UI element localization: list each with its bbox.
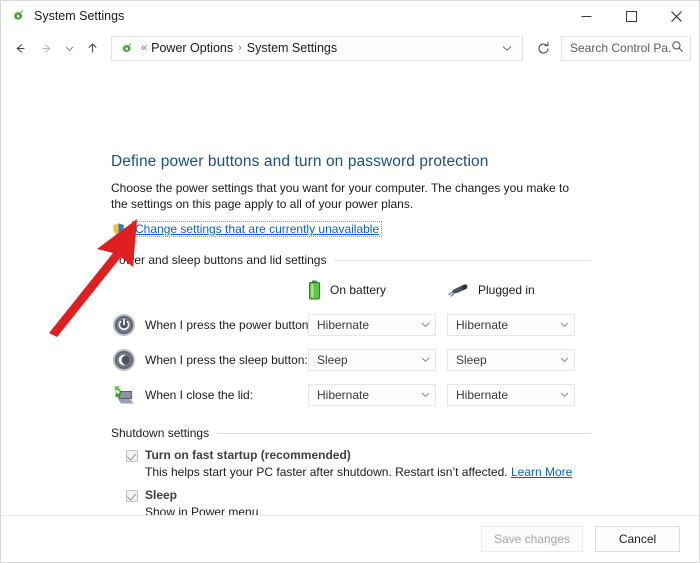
system-settings-window: System Settings « Power Options › System… (0, 0, 700, 563)
power-button-icon (111, 312, 137, 338)
checkbox-label-fast-startup: Turn on fast startup (recommended) (145, 448, 351, 462)
close-button[interactable] (654, 1, 699, 31)
checkbox-label-sleep: Sleep (145, 488, 178, 502)
breadcrumb-separator: › (238, 42, 242, 54)
column-header-on-battery: On battery (308, 280, 447, 300)
dropdown-sleep-button-plugged-in-value: Sleep (456, 352, 487, 367)
dropdown-close-lid-on-battery-value: Hibernate (317, 387, 370, 402)
forward-button[interactable] (33, 35, 59, 61)
checkbox-item-sleep: Sleep Show in Power menu. (111, 488, 591, 515)
setting-label-power-button: When I press the power button: (145, 317, 312, 332)
chevron-down-icon (420, 319, 431, 330)
breadcrumb-overflow[interactable]: « (140, 42, 151, 54)
control-panel-icon (11, 8, 27, 24)
column-header-on-battery-label: On battery (330, 283, 387, 297)
breadcrumb-item-power-options[interactable]: Power Options (151, 41, 233, 55)
settings-panel: Define power buttons and turn on passwor… (111, 153, 591, 515)
dropdown-power-button-on-battery-value: Hibernate (317, 317, 370, 332)
maximize-button[interactable] (609, 1, 654, 31)
dropdown-power-button-plugged-in[interactable]: Hibernate (447, 313, 575, 336)
checkbox-description-sleep: Show in Power menu. (145, 505, 262, 515)
shutdown-section-header: Shutdown settings (111, 426, 591, 440)
shield-icon (111, 222, 126, 237)
setting-label-close-lid: When I close the lid: (145, 387, 254, 402)
address-bar: « Power Options › System Settings Search… (1, 31, 699, 65)
checkbox-sleep[interactable] (126, 490, 138, 502)
dropdown-close-lid-plugged-in[interactable]: Hibernate (447, 383, 575, 406)
column-header-plugged-in: Plugged in (447, 282, 586, 298)
dropdown-sleep-button-plugged-in[interactable]: Sleep (447, 348, 575, 371)
power-section-label: Power and sleep buttons and lid settings (111, 253, 327, 267)
page-title: Define power buttons and turn on passwor… (111, 153, 489, 170)
battery-icon (308, 280, 321, 300)
uac-change-settings-row: Change settings that are currently unava… (111, 221, 591, 237)
chevron-down-icon (420, 389, 431, 400)
search-input[interactable]: Search Control Pa... (570, 41, 671, 55)
power-section-divider (334, 259, 591, 261)
page-description: Choose the power settings that you want … (111, 181, 570, 211)
search-control-panel-box[interactable]: Search Control Pa... (561, 35, 691, 61)
refresh-button[interactable] (531, 36, 555, 61)
checkbox-row-fast-startup[interactable]: Turn on fast startup (recommended) (111, 448, 591, 463)
power-plug-icon (447, 282, 469, 298)
dropdown-sleep-button-on-battery-value: Sleep (317, 352, 348, 367)
chevron-down-icon (559, 354, 570, 365)
breadcrumb-item-system-settings[interactable]: System Settings (247, 41, 337, 55)
recent-locations-button[interactable] (59, 35, 79, 61)
minimize-button[interactable] (564, 1, 609, 31)
chevron-down-icon (420, 354, 431, 365)
shutdown-section-divider (217, 432, 591, 434)
window-title: System Settings (34, 9, 125, 23)
fast-startup-description-text: This helps start your PC faster after sh… (145, 465, 508, 479)
change-settings-link[interactable]: Change settings that are currently unava… (132, 221, 383, 237)
dropdown-close-lid-plugged-in-value: Hibernate (456, 387, 509, 402)
checkbox-row-sleep[interactable]: Sleep (111, 488, 591, 503)
laptop-lid-icon (111, 382, 137, 408)
title-bar: System Settings (1, 1, 699, 31)
window-controls (564, 1, 699, 31)
cancel-button[interactable]: Cancel (595, 526, 680, 552)
power-column-headers: On battery Plugged in (111, 273, 591, 307)
setting-label-sleep-button: When I press the sleep button: (145, 352, 308, 367)
dropdown-power-button-on-battery[interactable]: Hibernate (308, 313, 436, 336)
breadcrumb-control-panel-icon (120, 41, 135, 56)
save-changes-button[interactable]: Save changes (480, 526, 583, 552)
dialog-footer: Save changes Cancel (1, 515, 699, 562)
dropdown-close-lid-on-battery[interactable]: Hibernate (308, 383, 436, 406)
title-bar-left: System Settings (1, 8, 564, 24)
breadcrumb-bar[interactable]: « Power Options › System Settings (111, 35, 523, 61)
up-button[interactable] (79, 35, 105, 61)
setting-row-sleep-button: When I press the sleep button: Sleep Sle… (111, 342, 591, 377)
learn-more-link[interactable]: Learn More (511, 465, 572, 479)
chevron-down-icon[interactable] (496, 37, 518, 60)
checkbox-description-fast-startup: This helps start your PC faster after sh… (111, 464, 591, 480)
setting-row-power-button: When I press the power button: Hibernate… (111, 307, 591, 342)
sleep-button-icon (111, 347, 137, 373)
checkbox-fast-startup[interactable] (126, 450, 138, 462)
shutdown-section-label: Shutdown settings (111, 426, 210, 440)
dropdown-sleep-button-on-battery[interactable]: Sleep (308, 348, 436, 371)
checkbox-item-fast-startup: Turn on fast startup (recommended) This … (111, 448, 591, 480)
chevron-down-icon (559, 389, 570, 400)
dropdown-power-button-plugged-in-value: Hibernate (456, 317, 509, 332)
chevron-down-icon (559, 319, 570, 330)
search-icon[interactable] (671, 40, 684, 56)
content-area: Define power buttons and turn on passwor… (1, 65, 699, 515)
back-button[interactable] (7, 35, 33, 61)
column-header-plugged-in-label: Plugged in (478, 283, 535, 297)
power-section-header: Power and sleep buttons and lid settings (111, 253, 591, 267)
setting-row-close-lid: When I close the lid: Hibernate Hibernat… (111, 377, 591, 412)
